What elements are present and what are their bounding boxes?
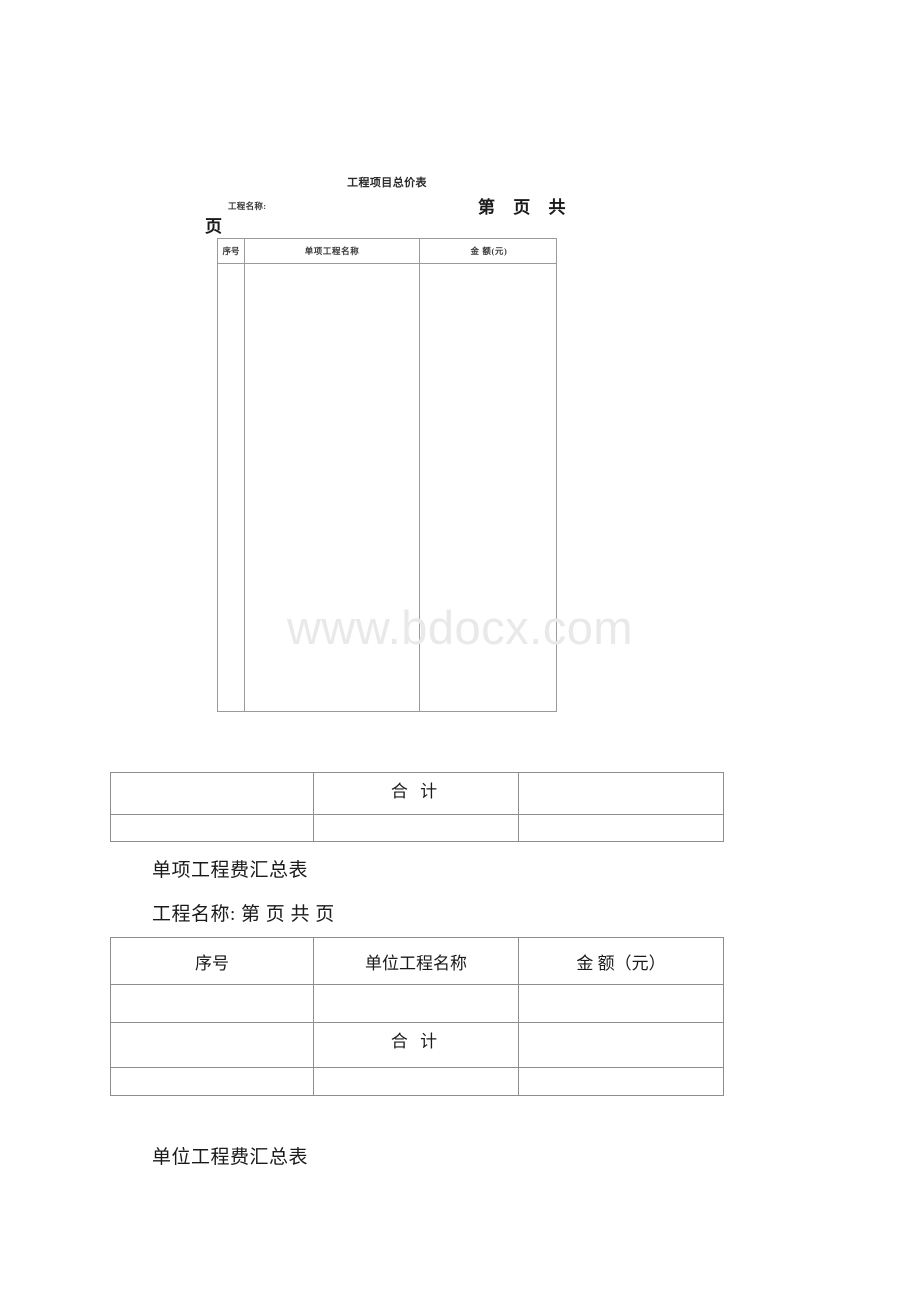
table-cell-name [313,984,519,1023]
section3-project-line: 工程名称: 第 页 共 页 [152,904,335,925]
section1-title: 工程项目总价表 [347,177,427,189]
section1-table-header-seq: 序号 [222,246,240,256]
table-row [110,1067,724,1096]
table-cell-amount [518,984,724,1023]
document-page: 工程项目总价表 工程名称: 第 页 共 页 序号 单项工程名称 金 额(元) w… [0,0,920,1302]
table-cell-amount [518,814,724,842]
table-header-row: 序号 单位工程名称 金 额（元） [110,937,724,985]
table-cell-seq [110,984,314,1023]
section1-table-header-amount: 金 额(元) [470,246,508,256]
table-cell-total-label: 合 计 [313,772,519,815]
watermark: www.bdocx.com [286,601,634,654]
table-row [110,984,724,1023]
table-header-amount: 金 额（元） [518,937,724,985]
table-cell-seq [110,1022,314,1068]
table-cell-amount [518,1022,724,1068]
table-row: 合 计 [110,772,724,815]
table-cell-total-label: 合 计 [313,1022,519,1068]
table-row: 合 计 [110,1022,724,1068]
table-header-unit-project-name: 单位工程名称 [313,937,519,985]
table-row [110,814,724,842]
section3-table: 序号 单位工程名称 金 额（元） 合 计 [110,937,724,1096]
table-cell-seq [110,1067,314,1096]
section1-project-name-label: 工程名称: [228,201,267,211]
table-cell-amount [518,1067,724,1096]
table-cell-amount [518,772,724,815]
table-header-seq: 序号 [110,937,314,985]
section2-table: 合 计 [110,772,724,842]
section1-table-header-project-name: 单项工程名称 [304,246,360,256]
table-cell-name [313,1067,519,1096]
section4-heading: 单位工程费汇总表 [152,1147,309,1168]
table-cell-name [313,814,519,842]
table-cell-seq [110,772,314,815]
section3-heading: 单项工程费汇总表 [152,860,309,881]
section1-page-info-wrap: 页 [205,217,222,236]
table-cell-seq [110,814,314,842]
section1-page-info: 第 页 共 [478,198,573,217]
